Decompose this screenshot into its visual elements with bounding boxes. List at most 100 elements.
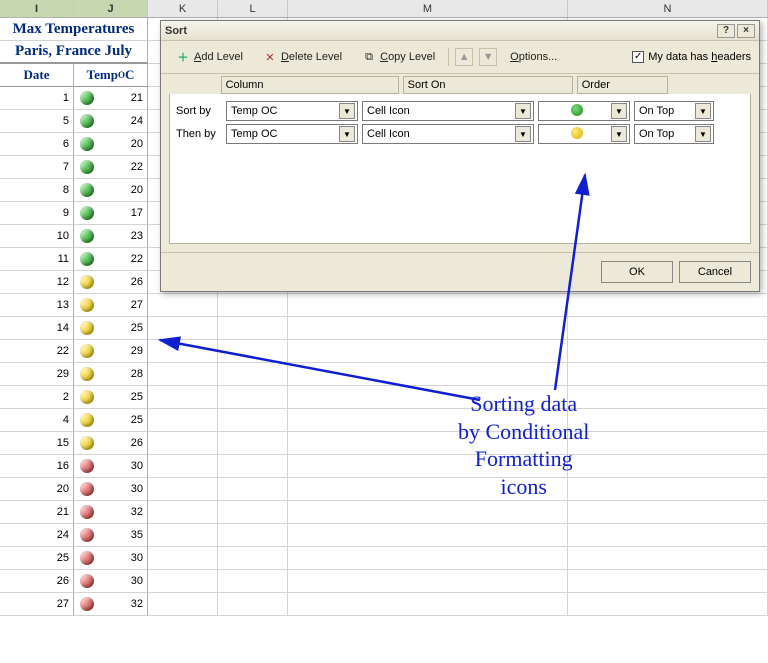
cell-temp[interactable]: 29 (74, 340, 148, 363)
colhead-N[interactable]: N (568, 0, 768, 17)
cell[interactable] (148, 409, 218, 432)
cell-date[interactable]: 5 (0, 110, 74, 133)
cell-date[interactable]: 13 (0, 294, 74, 317)
cell[interactable] (148, 317, 218, 340)
options-button[interactable]: Options... (503, 48, 564, 66)
cell-date[interactable]: 22 (0, 340, 74, 363)
cell[interactable] (148, 478, 218, 501)
cell[interactable] (568, 501, 768, 524)
cell-temp[interactable]: 24 (74, 110, 148, 133)
cell[interactable] (288, 547, 568, 570)
cell-date[interactable]: 8 (0, 179, 74, 202)
cell-temp[interactable]: 17 (74, 202, 148, 225)
add-level-button[interactable]: ＋ Add Level (169, 47, 250, 67)
dialog-titlebar[interactable]: Sort ? × (161, 21, 759, 41)
cell[interactable] (568, 294, 768, 317)
cell[interactable] (218, 340, 288, 363)
order-icon-combo[interactable]: ▼ (538, 101, 630, 121)
cell[interactable] (568, 547, 768, 570)
cell[interactable] (148, 386, 218, 409)
cell-temp[interactable]: 23 (74, 225, 148, 248)
sorton-combo[interactable]: Cell Icon▼ (362, 101, 534, 121)
cell[interactable] (148, 593, 218, 616)
cell[interactable] (568, 432, 768, 455)
copy-level-button[interactable]: ⧉ Copy Level (355, 47, 442, 67)
cell-date[interactable]: 9 (0, 202, 74, 225)
cell[interactable] (288, 363, 568, 386)
colhead-K[interactable]: K (148, 0, 218, 17)
cell[interactable] (568, 340, 768, 363)
cell[interactable] (288, 340, 568, 363)
cell-temp[interactable]: 32 (74, 501, 148, 524)
cell-date[interactable]: 20 (0, 478, 74, 501)
cell-date[interactable]: 12 (0, 271, 74, 294)
cell-temp[interactable]: 26 (74, 271, 148, 294)
colhead-J[interactable]: J (74, 0, 148, 17)
ok-button[interactable]: OK (601, 261, 673, 283)
cell-temp[interactable]: 28 (74, 363, 148, 386)
cell[interactable] (218, 478, 288, 501)
cell-date[interactable]: 16 (0, 455, 74, 478)
cell-temp[interactable]: 25 (74, 386, 148, 409)
move-down-button[interactable]: ▼ (479, 48, 497, 66)
cell[interactable] (218, 501, 288, 524)
cell-temp[interactable]: 26 (74, 432, 148, 455)
cell[interactable] (218, 363, 288, 386)
cell[interactable] (288, 593, 568, 616)
cell-date[interactable]: 24 (0, 524, 74, 547)
cell-date[interactable]: 15 (0, 432, 74, 455)
cell-temp[interactable]: 30 (74, 455, 148, 478)
colhead-L[interactable]: L (218, 0, 288, 17)
cell[interactable] (218, 409, 288, 432)
cell-temp[interactable]: 20 (74, 179, 148, 202)
cell[interactable] (148, 570, 218, 593)
cell-date[interactable]: 25 (0, 547, 74, 570)
cell[interactable] (568, 455, 768, 478)
cell-date[interactable]: 6 (0, 133, 74, 156)
cell-temp[interactable]: 25 (74, 409, 148, 432)
help-button[interactable]: ? (717, 24, 735, 38)
cell[interactable] (218, 547, 288, 570)
cell[interactable] (568, 570, 768, 593)
cell[interactable] (148, 294, 218, 317)
cell[interactable] (288, 570, 568, 593)
cell[interactable] (218, 593, 288, 616)
cell-date[interactable]: 29 (0, 363, 74, 386)
cell[interactable] (148, 432, 218, 455)
order-icon-combo[interactable]: ▼ (538, 124, 630, 144)
column-combo[interactable]: Temp OC▼ (226, 124, 358, 144)
close-button[interactable]: × (737, 24, 755, 38)
cell[interactable] (218, 317, 288, 340)
cell[interactable] (288, 294, 568, 317)
cell-date[interactable]: 2 (0, 386, 74, 409)
cell[interactable] (288, 524, 568, 547)
cell-date[interactable]: 27 (0, 593, 74, 616)
cell[interactable] (148, 363, 218, 386)
title-cell-1[interactable]: Max Temperatures (0, 18, 148, 41)
cell-temp[interactable]: 30 (74, 570, 148, 593)
cell-date[interactable]: 21 (0, 501, 74, 524)
cell[interactable] (148, 455, 218, 478)
cell[interactable] (148, 340, 218, 363)
cell-date[interactable]: 14 (0, 317, 74, 340)
cell[interactable] (568, 409, 768, 432)
cell[interactable] (218, 570, 288, 593)
move-up-button[interactable]: ▲ (455, 48, 473, 66)
cell-temp[interactable]: 30 (74, 547, 148, 570)
cell[interactable] (218, 524, 288, 547)
headers-checkbox[interactable]: ✓ My data has headers (632, 51, 751, 63)
cell-date[interactable]: 11 (0, 248, 74, 271)
cell[interactable] (288, 501, 568, 524)
cell-temp[interactable]: 22 (74, 156, 148, 179)
cell[interactable] (218, 386, 288, 409)
header-date[interactable]: Date (0, 64, 74, 87)
cell[interactable] (568, 478, 768, 501)
cell[interactable] (568, 524, 768, 547)
cell-temp[interactable]: 25 (74, 317, 148, 340)
cell[interactable] (218, 294, 288, 317)
cell-date[interactable]: 10 (0, 225, 74, 248)
cell-date[interactable]: 7 (0, 156, 74, 179)
title-cell-2[interactable]: Paris, France July (0, 41, 148, 64)
cell-date[interactable]: 4 (0, 409, 74, 432)
cell[interactable] (568, 317, 768, 340)
